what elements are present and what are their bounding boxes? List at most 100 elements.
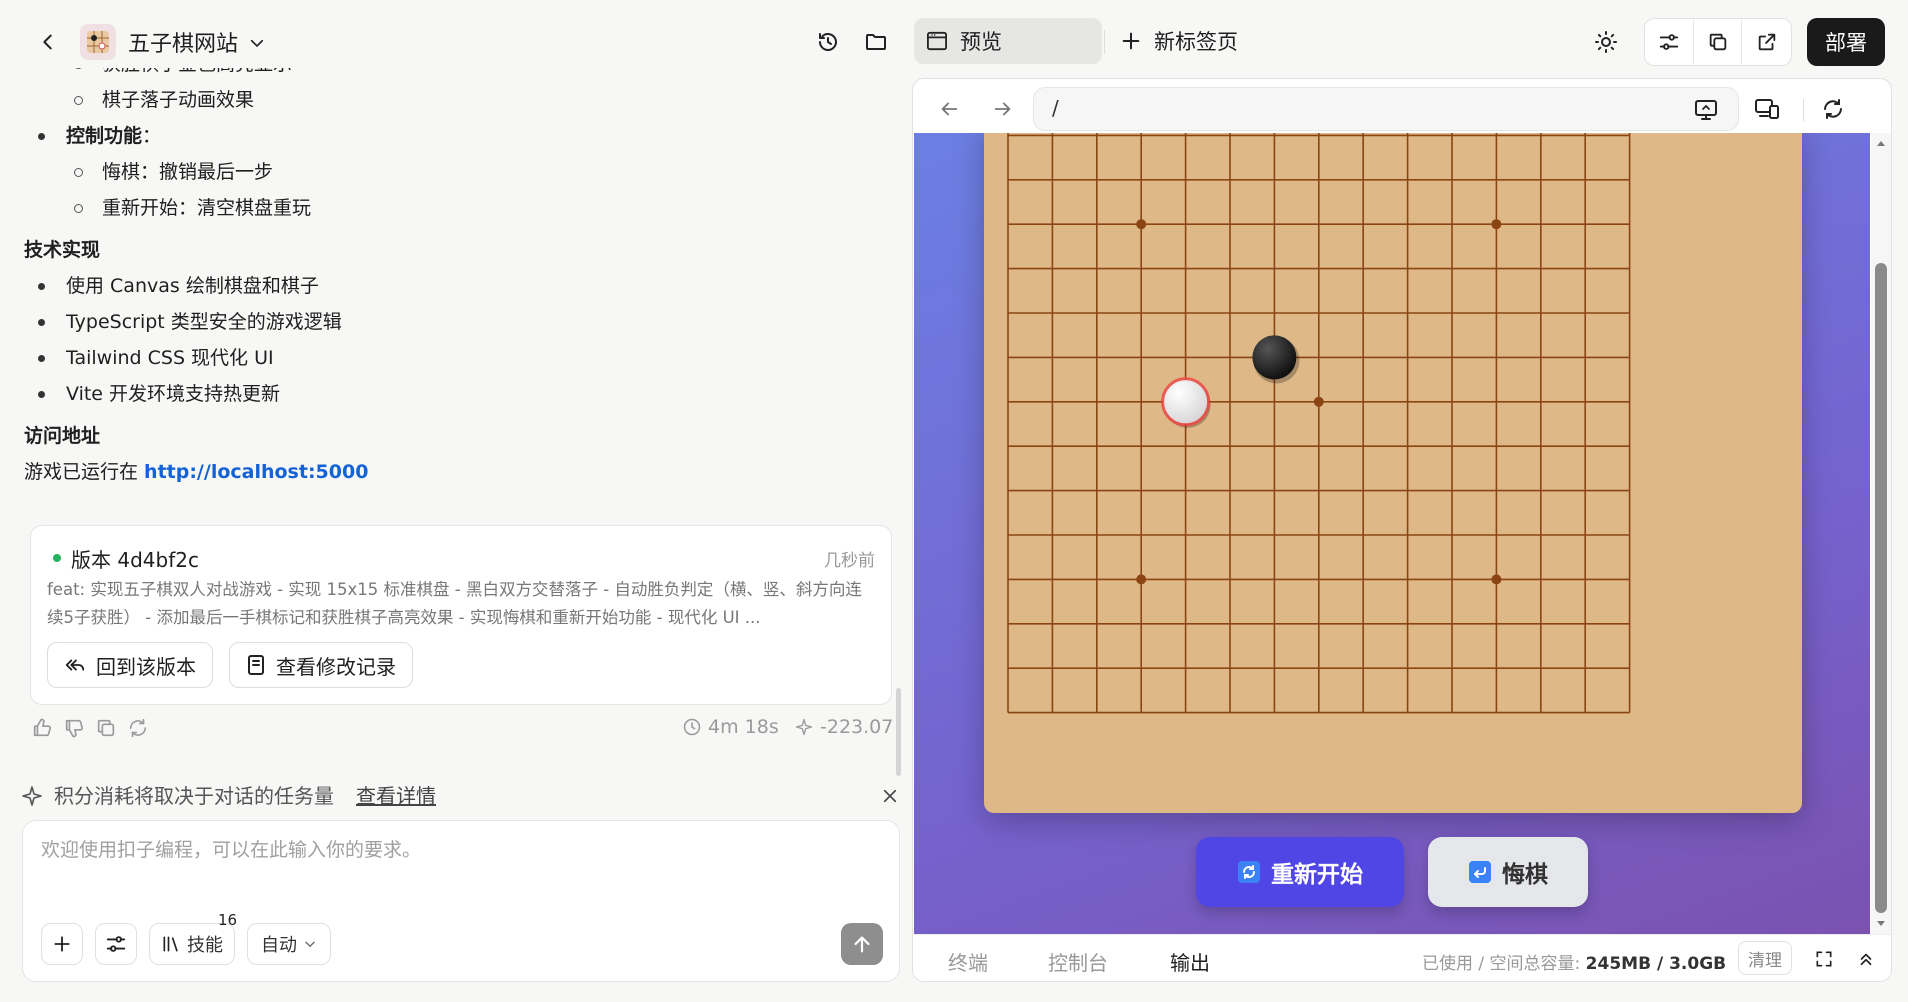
list-item: 控制功能： <box>24 118 894 154</box>
clear-button[interactable]: 清理 <box>1738 941 1792 975</box>
project-dropdown[interactable] <box>244 30 270 56</box>
monitor-icon <box>1695 100 1717 120</box>
skills-label: 技能 <box>187 935 223 956</box>
close-notice-button[interactable] <box>876 782 904 810</box>
view-changes-button[interactable]: 查看修改记录 <box>229 642 413 688</box>
clock-icon <box>683 718 701 736</box>
responsive-view-button[interactable] <box>1749 91 1785 127</box>
mode-value: 自动 <box>261 935 297 956</box>
desktop-view-button[interactable] <box>1690 94 1722 126</box>
access-line: 游戏已运行在 http://localhost:5000 <box>24 454 894 490</box>
copy-button[interactable] <box>94 716 118 740</box>
tab-terminal[interactable]: 终端 <box>948 947 988 976</box>
chevron-down-icon <box>305 941 315 948</box>
preview-viewport[interactable]: 重新开始 悔棋 <box>914 133 1870 934</box>
plus-icon <box>54 936 70 952</box>
star-point <box>1491 219 1502 230</box>
files-button[interactable] <box>858 24 894 60</box>
arrow-up-icon <box>854 936 870 953</box>
composer: 技能 16 自动 <box>22 820 900 982</box>
app-logo <box>80 24 116 60</box>
refresh-icon <box>129 718 147 738</box>
fullscreen-button[interactable] <box>1810 945 1838 973</box>
devices-icon <box>1755 99 1779 119</box>
history-button[interactable] <box>810 24 846 60</box>
devtools-bar: 终端 控制台 输出 已使用 / 空间总容量: 245MB / 3.0GB 清理 <box>914 934 1891 981</box>
black-stone <box>1252 335 1297 380</box>
prompt-input[interactable] <box>41 839 881 861</box>
fullscreen-icon <box>1816 951 1832 967</box>
list-item: 重新开始：清空棋盘重玩 <box>24 190 894 226</box>
plus-icon <box>1122 32 1140 50</box>
credit-notice: 积分消耗将取决于对话的任务量 查看详情 <box>20 778 900 812</box>
arrow-left-icon <box>941 102 958 116</box>
thumbs-up-button[interactable] <box>30 716 54 740</box>
list-item: 棋子落子动画效果 <box>24 82 894 118</box>
new-tab-button[interactable]: 新标签页 <box>1120 18 1238 64</box>
url-bar[interactable]: / <box>1033 87 1739 131</box>
chat-panel: 五子棋网站 获胜棋子金色高亮显示 棋子落子动画效果 控制功能： 悔棋：撤销最后一… <box>0 0 910 1002</box>
board-canvas[interactable] <box>984 133 1802 813</box>
deploy-button[interactable]: 部署 <box>1807 18 1885 66</box>
list-item-text: ： <box>142 125 162 147</box>
chat-scrollbar[interactable] <box>896 688 901 776</box>
browser-back-button[interactable] <box>931 91 967 127</box>
list-item: Vite 开发环境支持热更新 <box>24 376 894 412</box>
access-prefix: 游戏已运行在 <box>24 461 145 483</box>
version-status-dot <box>53 554 61 562</box>
version-title: 版本 4d4bf2c <box>71 548 199 572</box>
open-external-button[interactable] <box>1742 19 1791 65</box>
credits: -223.07 <box>794 716 893 738</box>
app-title[interactable]: 五子棋网站 <box>128 26 238 58</box>
external-link-icon <box>1758 33 1775 51</box>
star-point <box>1136 574 1147 585</box>
mode-select[interactable]: 自动 <box>247 923 331 965</box>
regenerate-button[interactable] <box>126 716 150 740</box>
tab-divider <box>1104 30 1105 54</box>
reload-button[interactable] <box>1815 91 1851 127</box>
gomoku-board[interactable] <box>984 133 1802 813</box>
section-heading: 技术实现 <box>24 239 101 261</box>
expand-panel-button[interactable] <box>1852 945 1880 973</box>
section-heading: 访问地址 <box>24 425 101 447</box>
duplicate-button[interactable] <box>1694 19 1743 65</box>
undo-icon <box>1469 861 1491 883</box>
skills-count-badge: 16 <box>218 911 238 929</box>
back-button[interactable] <box>30 24 66 60</box>
browser-forward-button[interactable] <box>985 91 1021 127</box>
copy-icon <box>97 719 115 737</box>
send-button[interactable] <box>841 923 883 965</box>
sliders-icon <box>106 936 126 952</box>
rollback-button[interactable]: 回到该版本 <box>47 642 213 688</box>
list-item: 获胜棋子金色高亮显示 <box>24 68 894 82</box>
theme-toggle-button[interactable] <box>1588 24 1624 60</box>
restart-button[interactable]: 重新开始 <box>1196 837 1404 907</box>
scroll-down-icon <box>1877 921 1885 926</box>
version-time: 几秒前 <box>824 551 875 571</box>
skills-button[interactable]: 技能 <box>149 923 235 965</box>
star-point <box>1491 574 1502 585</box>
sliders-icon <box>1659 34 1678 50</box>
preview-tools-group <box>1644 18 1792 66</box>
tab-preview[interactable]: 预览 <box>914 18 1102 64</box>
notice-details-link[interactable]: 查看详情 <box>356 780 436 809</box>
localhost-link[interactable]: http://localhost:5000 <box>144 461 368 483</box>
url-text[interactable]: / <box>1052 96 1059 120</box>
attach-button[interactable] <box>41 923 83 965</box>
message-actions: 4m 18s -223.07 <box>30 712 893 746</box>
undo-button[interactable]: 悔棋 <box>1428 837 1588 907</box>
tab-console[interactable]: 控制台 <box>1048 947 1108 976</box>
thumbs-down-button[interactable] <box>62 716 86 740</box>
scroll-up-icon <box>1877 141 1885 146</box>
chevron-down-icon <box>250 39 264 48</box>
tab-preview-label: 预览 <box>960 30 1002 54</box>
preview-scrollbar[interactable] <box>1871 133 1891 934</box>
tab-output[interactable]: 输出 <box>1170 947 1210 976</box>
adjust-button[interactable] <box>1645 19 1694 65</box>
toolbar-divider <box>1803 99 1804 121</box>
scrollbar-thumb[interactable] <box>1875 263 1887 913</box>
settings-button[interactable] <box>95 923 137 965</box>
version-description: feat: 实现五子棋双人对战游戏 - 实现 15x15 标准棋盘 - 黑白双方… <box>47 580 862 627</box>
refresh-icon <box>1824 99 1842 119</box>
list-item: Tailwind CSS 现代化 UI <box>24 340 894 376</box>
